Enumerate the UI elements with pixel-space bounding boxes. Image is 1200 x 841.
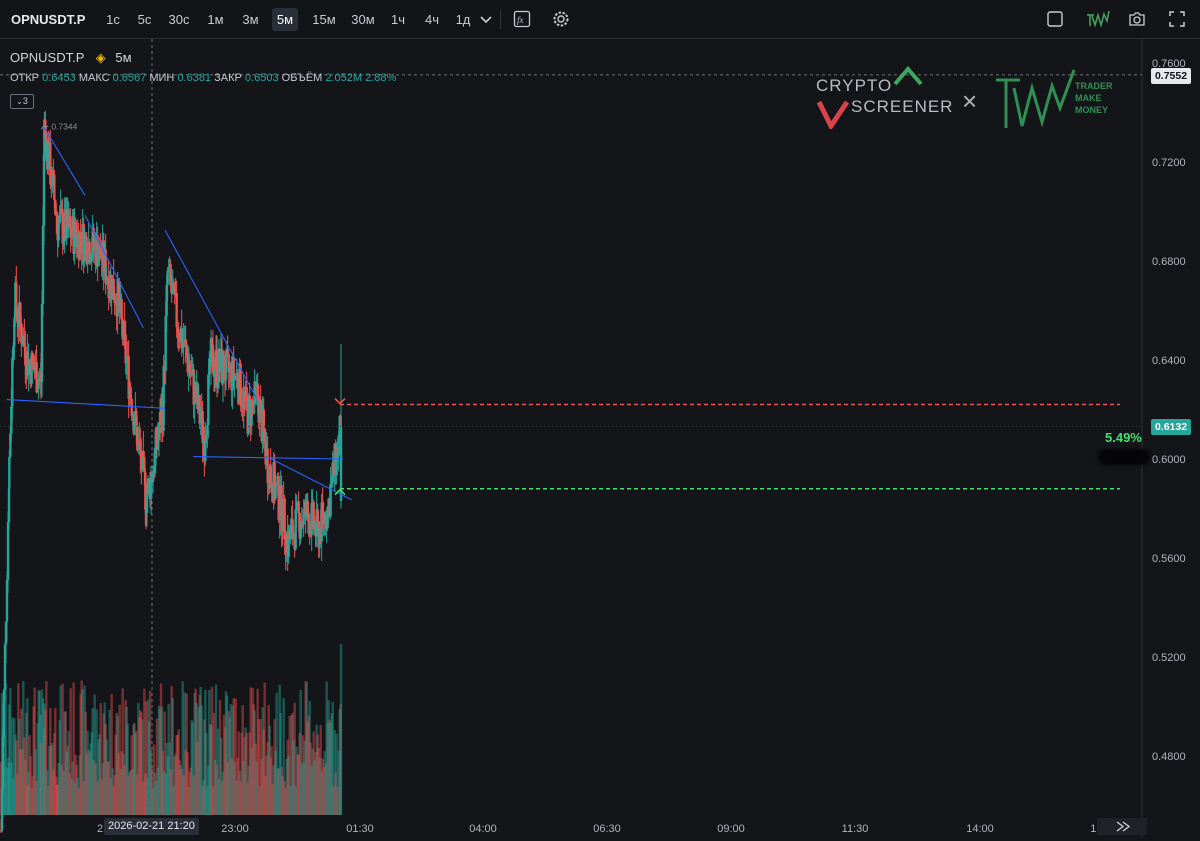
y-tick-label: 0.5200 [1152, 652, 1186, 664]
tmm-logo-big-icon [996, 69, 1076, 128]
tmm-line-3: MONEY [1075, 105, 1109, 115]
candle-body [274, 485, 277, 499]
y-tick-label: 0.6000 [1152, 454, 1186, 466]
layout-square-icon[interactable] [1045, 9, 1065, 29]
symbol-selector[interactable]: OPNUSDT.P [11, 12, 85, 27]
timeframe-2[interactable]: 30с [164, 8, 194, 31]
x-tick-label: 23:00 [221, 823, 249, 835]
position-change-label: 5.49% [1105, 430, 1142, 445]
toolbar-divider [500, 10, 501, 29]
close-label: ЗАКР [214, 72, 242, 84]
price-chart[interactable]: 0.76000.72000.68000.64000.60000.56000.52… [0, 39, 1200, 838]
candle-body [8, 456, 11, 489]
timeframe-6[interactable]: 15м [309, 8, 339, 31]
goto-now-icon [1116, 821, 1131, 832]
x-tick-label: 01:30 [346, 823, 374, 835]
x-tick-label: 09:00 [717, 823, 745, 835]
logo-crypto: CRYPTO [816, 76, 893, 95]
tmm-logo-icon [1087, 10, 1110, 28]
y-tick-label: 0.5600 [1152, 553, 1186, 565]
x-tick-label: 14:00 [966, 823, 994, 835]
indicators-count: 3 [22, 96, 28, 106]
take-profit-arrow [334, 397, 346, 405]
timeframe-9[interactable]: 4ч [421, 8, 443, 31]
legend-symbol: OPNUSDT.P [10, 50, 85, 65]
candle-body [145, 493, 149, 514]
x-tick-label: 06:30 [593, 823, 621, 835]
open-label: ОТКР [10, 72, 40, 84]
y-tick-label: 0.6800 [1152, 256, 1186, 268]
candle-body [53, 174, 56, 201]
volume-value: 2.052M [325, 72, 363, 84]
chevron-down-icon[interactable] [476, 9, 496, 29]
y-tick-label: 0.4800 [1152, 751, 1186, 763]
low-label: МИН [149, 72, 175, 84]
logo-triangle-icon [893, 66, 923, 86]
x-tick-label: 11:30 [842, 823, 869, 835]
indicators-badge[interactable]: ⌄3 [10, 94, 34, 109]
legend-header: OPNUSDT.P ◈ 5м [10, 50, 132, 66]
crosshair-time-label: 2026-02-21 21:20 [104, 818, 199, 835]
low-value: 0.6381 [177, 72, 212, 84]
volume-bar [339, 644, 343, 815]
logo-cross: × [962, 86, 978, 116]
camera-icon[interactable] [1127, 9, 1147, 29]
candle-body [166, 270, 169, 285]
volume-label: ОБЪЁМ [281, 72, 323, 84]
x-tick-label: 2 [97, 823, 103, 835]
trendline [6, 399, 166, 409]
timeframe-5[interactable]: 5м [272, 8, 298, 31]
timeframe-4[interactable]: 3м [239, 8, 262, 31]
indicators-icon[interactable]: fx [512, 9, 532, 29]
change-value: 2.88% [365, 72, 397, 84]
close-value: 0.6503 [244, 72, 279, 84]
y-tick-label: 0.7200 [1152, 157, 1186, 169]
logo-check-icon [816, 100, 850, 129]
timeframe-10[interactable]: 1д [454, 8, 472, 31]
candle-body [7, 488, 11, 522]
candle-body [175, 292, 178, 328]
timeframe-3[interactable]: 1м [205, 8, 226, 31]
crosshair-price-label: 0.7552 [1151, 68, 1191, 84]
timeframe-8[interactable]: 1ч [389, 8, 407, 31]
last-price-label: 0.6132 [1151, 419, 1191, 435]
svg-text:fx: fx [517, 15, 524, 25]
legend-ohlc: ОТКР 0.6453 МАКС 0.6567 МИН 0.6381 ЗАКР … [10, 72, 396, 84]
open-value: 0.6453 [42, 72, 76, 84]
high-label: МАКС [78, 72, 110, 84]
timeframe-0[interactable]: 1с [104, 8, 122, 31]
candle-body [297, 501, 300, 514]
binance-icon: ◈ [95, 50, 106, 65]
y-tick-label: 0.6400 [1152, 355, 1186, 367]
tmm-line-2: MAKE [1075, 93, 1102, 103]
fullscreen-icon[interactable] [1167, 9, 1187, 29]
gear-icon[interactable] [551, 9, 571, 29]
tmm-line-1: TRADER [1075, 81, 1113, 91]
logo-screener: SCREENER [851, 97, 954, 116]
timeframe-1[interactable]: 5с [134, 8, 155, 31]
high-value: 0.6567 [112, 72, 147, 84]
candle-body [283, 498, 286, 540]
candle-body [224, 350, 228, 381]
top-toolbar: OPNUSDT.P 1с 5с 30с 1м 3м 5м 15м 30м 1ч 4ч 1д fx [0, 0, 1200, 39]
legend-interval: 5м [115, 50, 132, 65]
goto-now-button[interactable] [1097, 818, 1147, 835]
redacted-scribble [1098, 449, 1150, 465]
timeframe-7[interactable]: 30м [347, 8, 379, 31]
x-tick-label: 04:00 [469, 823, 497, 835]
peak-annotation-label: 0.7344 [51, 121, 77, 131]
